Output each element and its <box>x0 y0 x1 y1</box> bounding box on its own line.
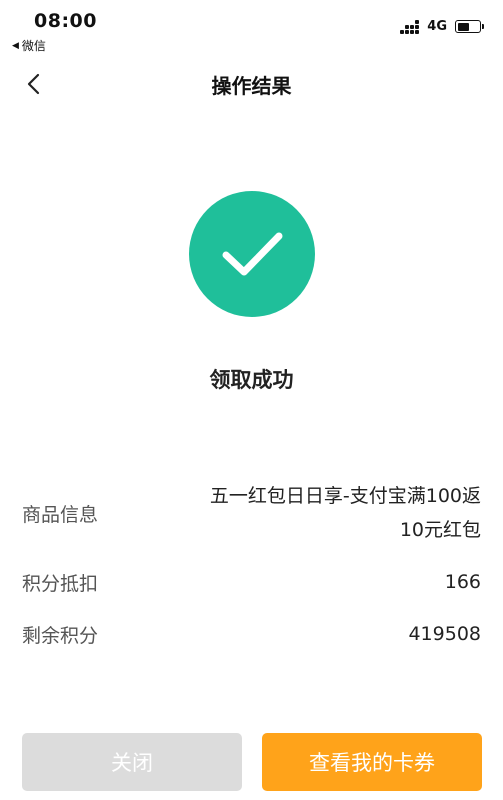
page-title: 操作结果 <box>211 74 292 98</box>
view-coupons-button[interactable]: 查看我的卡券 <box>262 733 482 791</box>
remaining-value: 419508 <box>408 623 481 645</box>
product-value-line1: 五一红包日日享-支付宝满100返 <box>209 485 481 507</box>
back-triangle-icon: ◀ <box>12 40 19 51</box>
success-icon <box>189 191 315 317</box>
close-button[interactable]: 关闭 <box>22 733 242 791</box>
product-label: 商品信息 <box>22 503 99 526</box>
product-value: 五一红包日日享-支付宝满100返 10元红包 <box>161 479 481 547</box>
info-row-points: 积分抵扣 166 <box>22 565 481 599</box>
signal-icon <box>400 19 420 34</box>
status-time: 08:00 <box>34 10 97 32</box>
back-app-label: 微信 <box>21 39 46 53</box>
info-row-remaining: 剩余积分 419508 <box>22 617 481 651</box>
result-message: 领取成功 <box>209 368 294 392</box>
product-value-line2: 10元红包 <box>399 519 481 541</box>
checkmark-icon <box>222 232 283 276</box>
points-label: 积分抵扣 <box>22 572 99 595</box>
remaining-label: 剩余积分 <box>22 624 99 647</box>
status-bar: 08:00 ◀ 微信 4G <box>0 0 503 58</box>
nav-bar: 操作结果 <box>0 58 503 110</box>
status-indicators: 4G <box>400 19 484 34</box>
battery-icon <box>455 20 484 33</box>
network-type: 4G <box>427 19 447 34</box>
result-page: 08:00 ◀ 微信 4G 操作结果 领取成功 商品信息 五一红包日日享-支付宝… <box>0 0 503 800</box>
info-list: 商品信息 五一红包日日享-支付宝满100返 10元红包 积分抵扣 166 剩余积… <box>22 477 481 651</box>
points-value: 166 <box>444 571 481 593</box>
back-to-app-link[interactable]: ◀ 微信 <box>12 37 46 54</box>
info-row-product: 商品信息 五一红包日日享-支付宝满100返 10元红包 <box>22 477 481 549</box>
